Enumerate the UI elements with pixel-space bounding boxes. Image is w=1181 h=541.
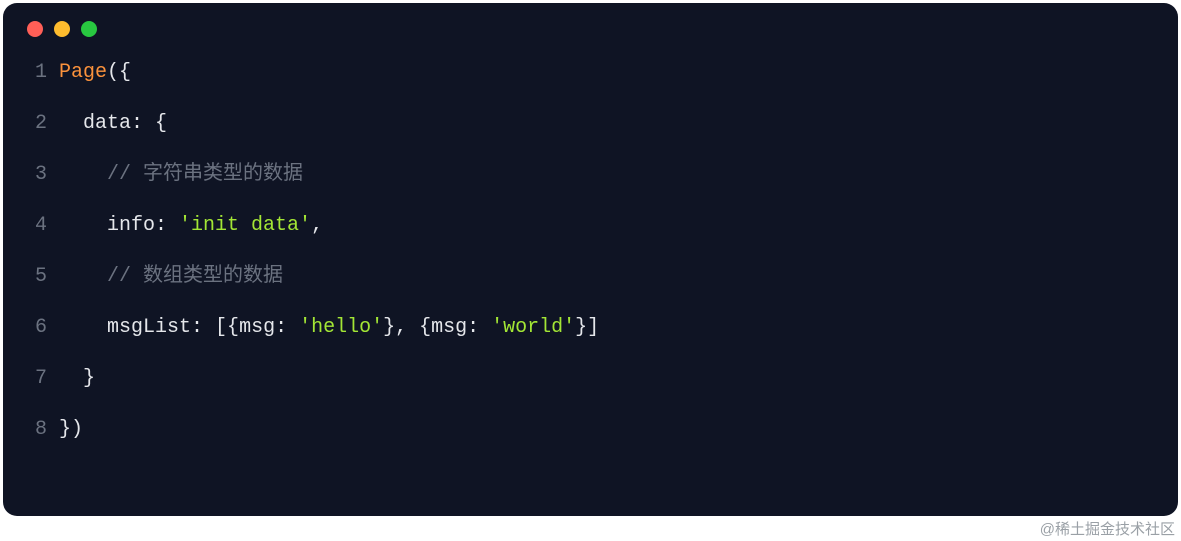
code-block: 1Page({2 data: {3 // 字符串类型的数据4 info: 'in… bbox=[3, 37, 1178, 455]
line-source: // 字符串类型的数据 bbox=[47, 149, 303, 200]
line-source: } bbox=[47, 353, 95, 404]
token-key: msg: bbox=[431, 316, 491, 339]
line-source: Page({ bbox=[47, 47, 131, 98]
line-number: 2 bbox=[25, 98, 47, 149]
token-punct: ({ bbox=[107, 61, 131, 84]
code-line: 5 // 数组类型的数据 bbox=[25, 251, 1178, 302]
code-line: 1Page({ bbox=[25, 47, 1178, 98]
window-titlebar bbox=[3, 3, 1178, 37]
zoom-icon[interactable] bbox=[81, 21, 97, 37]
line-number: 3 bbox=[25, 149, 47, 200]
token-key: data: bbox=[83, 112, 155, 135]
line-number: 6 bbox=[25, 302, 47, 353]
token-punct: }) bbox=[59, 418, 83, 441]
minimize-icon[interactable] bbox=[54, 21, 70, 37]
line-source: msgList: [{msg: 'hello'}, {msg: 'world'}… bbox=[47, 302, 599, 353]
token-comment: // 字符串类型的数据 bbox=[107, 163, 303, 186]
code-line: 2 data: { bbox=[25, 98, 1178, 149]
token-key: msgList: bbox=[107, 316, 215, 339]
line-number: 8 bbox=[25, 404, 47, 455]
line-number: 7 bbox=[25, 353, 47, 404]
code-line: 8}) bbox=[25, 404, 1178, 455]
line-number: 1 bbox=[25, 47, 47, 98]
line-source: // 数组类型的数据 bbox=[47, 251, 283, 302]
token-key: info: bbox=[107, 214, 179, 237]
token-kw: Page bbox=[59, 61, 107, 84]
close-icon[interactable] bbox=[27, 21, 43, 37]
token-string: 'world' bbox=[491, 316, 575, 339]
token-punct: { bbox=[155, 112, 167, 135]
line-number: 5 bbox=[25, 251, 47, 302]
code-line: 3 // 字符串类型的数据 bbox=[25, 149, 1178, 200]
code-line: 7 } bbox=[25, 353, 1178, 404]
line-source: }) bbox=[47, 404, 83, 455]
token-key: msg: bbox=[239, 316, 299, 339]
watermark-text: @稀土掘金技术社区 bbox=[1040, 518, 1175, 539]
token-punct: [{ bbox=[215, 316, 239, 339]
code-line: 4 info: 'init data', bbox=[25, 200, 1178, 251]
token-string: 'init data' bbox=[179, 214, 311, 237]
token-punct: }, { bbox=[383, 316, 431, 339]
token-comment: // 数组类型的数据 bbox=[107, 265, 283, 288]
line-source: info: 'init data', bbox=[47, 200, 323, 251]
token-string: 'hello' bbox=[299, 316, 383, 339]
code-editor-window: 1Page({2 data: {3 // 字符串类型的数据4 info: 'in… bbox=[3, 3, 1178, 516]
token-punct: } bbox=[83, 367, 95, 390]
line-number: 4 bbox=[25, 200, 47, 251]
token-punct: , bbox=[311, 214, 323, 237]
token-punct: }] bbox=[575, 316, 599, 339]
line-source: data: { bbox=[47, 98, 167, 149]
code-line: 6 msgList: [{msg: 'hello'}, {msg: 'world… bbox=[25, 302, 1178, 353]
